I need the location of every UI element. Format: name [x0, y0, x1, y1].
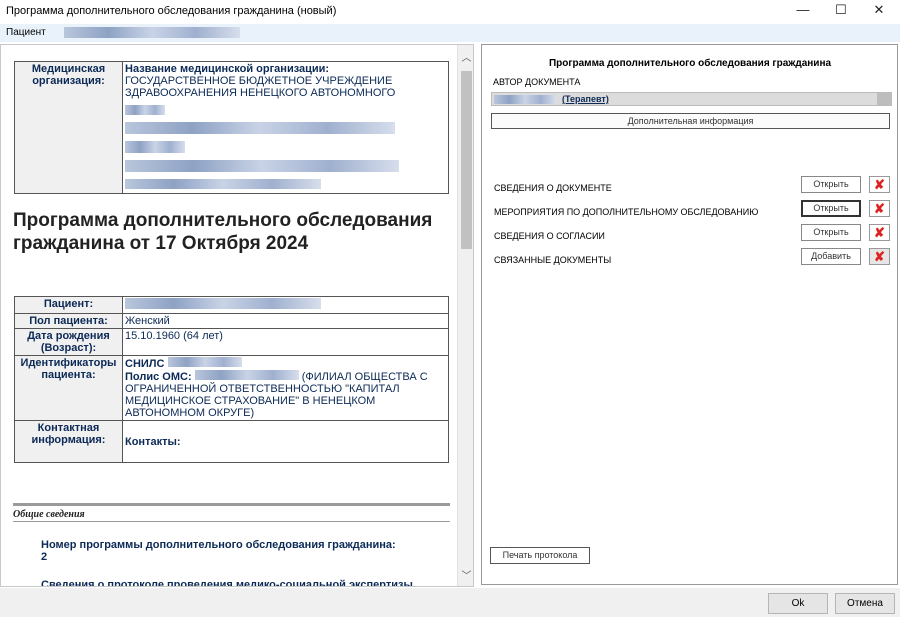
redacted-block [125, 160, 399, 172]
redacted-block [125, 179, 321, 189]
delete-icon[interactable]: ✘ [869, 248, 890, 265]
open-document-info-button[interactable]: Открыть [801, 176, 861, 193]
author-field-scroll [877, 93, 891, 105]
delete-icon[interactable]: ✘ [869, 200, 890, 217]
redacted-block [125, 141, 185, 153]
print-protocol-button[interactable]: Печать протокола [490, 547, 590, 564]
ok-button[interactable]: Ok [768, 593, 828, 614]
title-bar: Программа дополнительного обследования г… [0, 0, 900, 22]
patient-table: Пациент: Пол пациента: Женский Дата рожд… [14, 296, 449, 463]
mse-protocol-label: Сведения о протоколе проведения медико-с… [41, 579, 413, 587]
contact-key: Контактная информация: [14, 420, 123, 463]
add-related-doc-button[interactable]: Добавить [801, 248, 861, 265]
delete-icon[interactable]: ✘ [869, 176, 890, 193]
patient-key: Пациент: [14, 296, 123, 314]
minimize-icon[interactable]: — [786, 0, 820, 22]
cancel-button[interactable]: Отмена [835, 593, 895, 614]
window-title: Программа дополнительного обследования г… [6, 5, 337, 17]
program-number: Номер программы дополнительного обследов… [41, 539, 441, 563]
author-name-redacted [494, 95, 556, 104]
patient-name-redacted [125, 298, 321, 309]
oms-label: Полис ОМС: [125, 371, 192, 383]
org-name-label: Название медицинской организации: [125, 63, 330, 75]
ids-value: СНИЛС Полис ОМС: (ФИЛИАЛ ОБЩЕСТВА С ОГРА… [122, 355, 449, 421]
document-preview[interactable]: Медицинская организация: Название медици… [0, 44, 474, 587]
sex-key: Пол пациента: [14, 313, 123, 329]
section-label-document-info: СВЕДЕНИЯ О ДОКУМЕНТЕ [494, 183, 612, 193]
panel-title: Программа дополнительного обследования г… [548, 58, 832, 69]
author-field[interactable]: (Терапевт) [491, 92, 892, 106]
snils-label: СНИЛС [125, 358, 165, 370]
scroll-down-icon[interactable]: ﹀ [458, 567, 473, 582]
section-label-examination-measures: МЕРОПРИЯТИЯ ПО ДОПОЛНИТЕЛЬНОМУ ОБСЛЕДОВА… [494, 207, 759, 217]
dob-value: 15.10.1960 (64 лет) [122, 328, 449, 356]
author-role[interactable]: (Терапевт) [562, 94, 609, 104]
additional-info-button[interactable]: Дополнительная информация [491, 113, 890, 129]
ids-key: Идентификаторы пациента: [14, 355, 123, 421]
delete-icon[interactable]: ✘ [869, 224, 890, 241]
contact-value: Контакты: [122, 420, 449, 463]
section-label-consent: СВЕДЕНИЯ О СОГЛАСИИ [494, 231, 605, 241]
author-label: АВТОР ДОКУМЕНТА [493, 77, 581, 87]
patient-label: Пациент [6, 27, 46, 38]
org-value: Название медицинской организации: ГОСУДА… [122, 61, 449, 194]
divider [13, 503, 450, 506]
vertical-scrollbar[interactable]: ︿ ﹀ [457, 45, 473, 586]
program-number-label: Номер программы дополнительного обследов… [41, 539, 396, 551]
document-content: Медицинская организация: Название медици… [1, 45, 457, 587]
patient-name-redacted [64, 27, 240, 38]
program-number-value: 2 [41, 551, 48, 563]
divider [13, 521, 450, 522]
section-label-related-docs: СВЯЗАННЫЕ ДОКУМЕНТЫ [494, 255, 612, 265]
patient-bar: Пациент [0, 24, 900, 42]
maximize-icon[interactable]: ☐ [824, 0, 858, 22]
oms-redacted [194, 370, 299, 380]
snils-redacted [167, 357, 242, 367]
document-title: Программа дополнительного обследования г… [13, 210, 433, 254]
open-consent-button[interactable]: Открыть [801, 224, 861, 241]
organization-table: Медицинская организация: Название медици… [14, 61, 449, 194]
scroll-up-icon[interactable]: ︿ [458, 49, 473, 64]
redacted-block [125, 122, 395, 134]
general-section-title: Общие сведения [13, 509, 85, 520]
org-key: Медицинская организация: [14, 61, 123, 194]
sex-value: Женский [122, 313, 449, 329]
org-name-text: ГОСУДАРСТВЕННОЕ БЮДЖЕТНОЕ УЧРЕЖДЕНИЕ ЗДР… [125, 75, 396, 99]
close-icon[interactable]: ✕ [862, 0, 896, 22]
open-examination-measures-button[interactable]: Открыть [801, 200, 861, 217]
scroll-thumb[interactable] [461, 71, 472, 249]
document-structure-panel: Программа дополнительного обследования г… [481, 44, 898, 585]
redacted-block [125, 105, 165, 115]
dob-key: Дата рождения (Возраст): [14, 328, 123, 356]
dialog-footer: Ok Отмена [0, 588, 900, 617]
